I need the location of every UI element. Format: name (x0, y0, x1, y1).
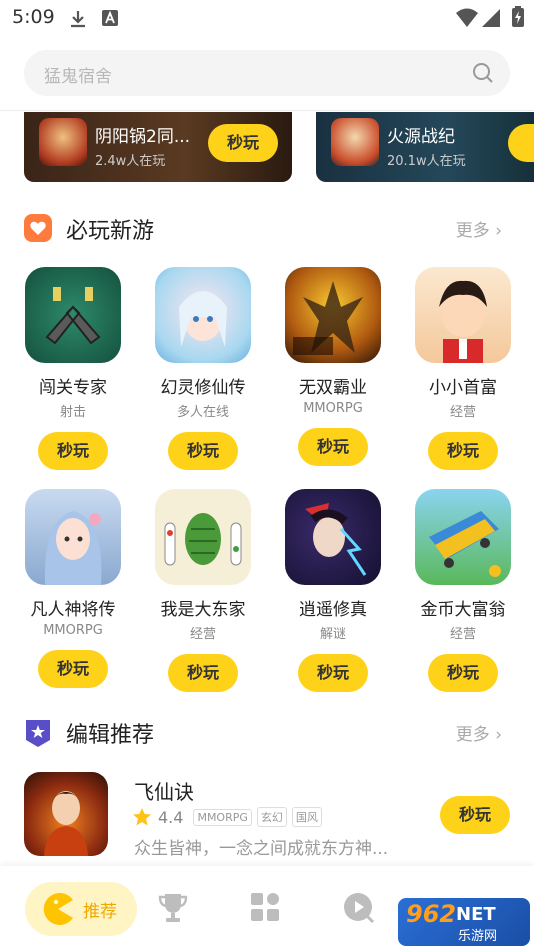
banner-players: 2.4w人在玩 (95, 154, 166, 169)
more-link[interactable]: 更多 › (456, 216, 502, 241)
play-button[interactable]: 秒玩 (298, 654, 368, 692)
game-icon[interactable] (415, 489, 511, 585)
game-category: 经营 (449, 627, 476, 642)
chevron-right-icon: › (495, 221, 502, 241)
banner-thumbnail (39, 118, 87, 166)
play-button[interactable]: 秒玩 (440, 796, 510, 834)
play-button[interactable]: 秒玩 (168, 432, 238, 470)
play-button[interactable]: 秒玩 (428, 654, 498, 692)
search-placeholder: 猛鬼宿舍 (44, 67, 112, 87)
watermark-logo: 962 NET 乐游网 (398, 898, 530, 946)
tag: 玄幻 (256, 807, 287, 827)
battery-icon (512, 6, 524, 27)
game-card[interactable]: 我是大东家 经营 秒玩 (148, 489, 258, 692)
game-category: 解谜 (319, 627, 346, 642)
section-title: 编辑推荐 (66, 723, 155, 748)
game-card[interactable]: 金币大富翁 经营 秒玩 (408, 489, 518, 692)
more-link[interactable]: 更多 › (456, 720, 502, 745)
play-button[interactable]: 秒玩 (298, 428, 368, 466)
game-name: 我是大东家 (160, 600, 246, 620)
shield-star-icon (26, 720, 50, 747)
game-category: MMORPG (303, 401, 363, 416)
game-category: 经营 (449, 405, 476, 420)
video-icon[interactable] (343, 892, 375, 924)
game-name: 小小首富 (429, 378, 497, 398)
trophy-icon[interactable] (158, 892, 188, 924)
game-category: 射击 (59, 405, 86, 420)
game-icon[interactable] (25, 267, 121, 363)
search-bar[interactable]: 猛鬼宿舍 (24, 50, 510, 96)
banner-play-button[interactable]: 秒玩 (208, 124, 278, 162)
game-name: 闯关专家 (39, 378, 107, 398)
game-icon[interactable] (285, 489, 381, 585)
divider (0, 110, 534, 111)
banner-card[interactable]: 火源战纪 20.1w人在玩 秒 (316, 112, 534, 182)
banner-card[interactable]: 阴阳锅2同... 2.4w人在玩 秒玩 (24, 112, 292, 182)
status-time: 5:09 (12, 6, 55, 28)
game-icon[interactable] (25, 489, 121, 585)
game-icon[interactable] (415, 267, 511, 363)
heart-badge-icon (24, 214, 52, 242)
game-name: 凡人神将传 (30, 600, 116, 620)
game-card[interactable]: 闯关专家 射击 秒玩 (18, 267, 128, 470)
game-name: 飞仙诀 (134, 780, 194, 804)
search-icon[interactable] (472, 62, 494, 84)
tag: MMORPG (193, 808, 252, 826)
game-card[interactable]: 无双霸业 MMORPG 秒玩 (278, 267, 388, 466)
pacman-icon (43, 893, 73, 925)
play-button[interactable]: 秒玩 (428, 432, 498, 470)
download-icon (71, 11, 85, 28)
game-category: 经营 (189, 627, 216, 642)
game-icon[interactable] (155, 489, 251, 585)
tag: 国风 (291, 807, 322, 827)
game-card[interactable]: 凡人神将传 MMORPG 秒玩 (18, 489, 128, 688)
star-icon (133, 808, 151, 826)
banner-players: 20.1w人在玩 (387, 154, 466, 169)
section-title: 必玩新游 (66, 219, 155, 244)
play-button[interactable]: 秒玩 (168, 654, 238, 692)
banner-title: 阴阳锅2同... (95, 127, 191, 147)
game-name: 金币大富翁 (420, 600, 506, 620)
chevron-right-icon: › (495, 725, 502, 745)
play-button[interactable]: 秒玩 (38, 432, 108, 470)
grid-icon[interactable] (250, 892, 280, 922)
game-icon[interactable] (285, 267, 381, 363)
watermark-suffix: NET (456, 904, 496, 925)
section-header-new-games: 必玩新游 更多 › (24, 213, 510, 244)
nav-label: 推荐 (83, 902, 117, 922)
signal-icon (482, 9, 500, 27)
banner-title: 火源战纪 (387, 127, 455, 147)
status-bar: 5:09 (0, 0, 534, 38)
banner-play-button[interactable]: 秒 (508, 124, 534, 162)
banner-thumbnail (331, 118, 379, 166)
game-card[interactable]: 幻灵修仙传 多人在线 秒玩 (148, 267, 258, 470)
recommended-game[interactable]: 飞仙诀 4.4 MMORPG 玄幻 国风 众生皆神，一念之间成就东方神... 秒… (24, 772, 510, 859)
wifi-icon (456, 8, 478, 27)
game-category: 多人在线 (176, 405, 229, 420)
game-description: 众生皆神，一念之间成就东方神... (134, 839, 389, 859)
rating-row: 4.4 MMORPG 玄幻 国风 (132, 806, 327, 828)
rating-score: 4.4 (158, 807, 184, 827)
game-name: 逍遥修真 (299, 600, 367, 620)
game-category: MMORPG (43, 623, 103, 638)
game-card[interactable]: 逍遥修真 解谜 秒玩 (278, 489, 388, 692)
watermark-sub: 乐游网 (458, 929, 498, 944)
game-name: 无双霸业 (299, 378, 367, 398)
game-card[interactable]: 小小首富 经营 秒玩 (408, 267, 518, 470)
nav-item-recommend[interactable]: 推荐 (25, 882, 137, 936)
watermark-brand: 962 (406, 900, 457, 928)
section-header-editor-picks: 编辑推荐 更多 › (24, 717, 510, 748)
game-name: 幻灵修仙传 (160, 378, 246, 398)
game-icon[interactable] (155, 267, 251, 363)
app-a-icon (102, 10, 118, 26)
play-button[interactable]: 秒玩 (38, 650, 108, 688)
game-icon[interactable] (24, 772, 108, 856)
